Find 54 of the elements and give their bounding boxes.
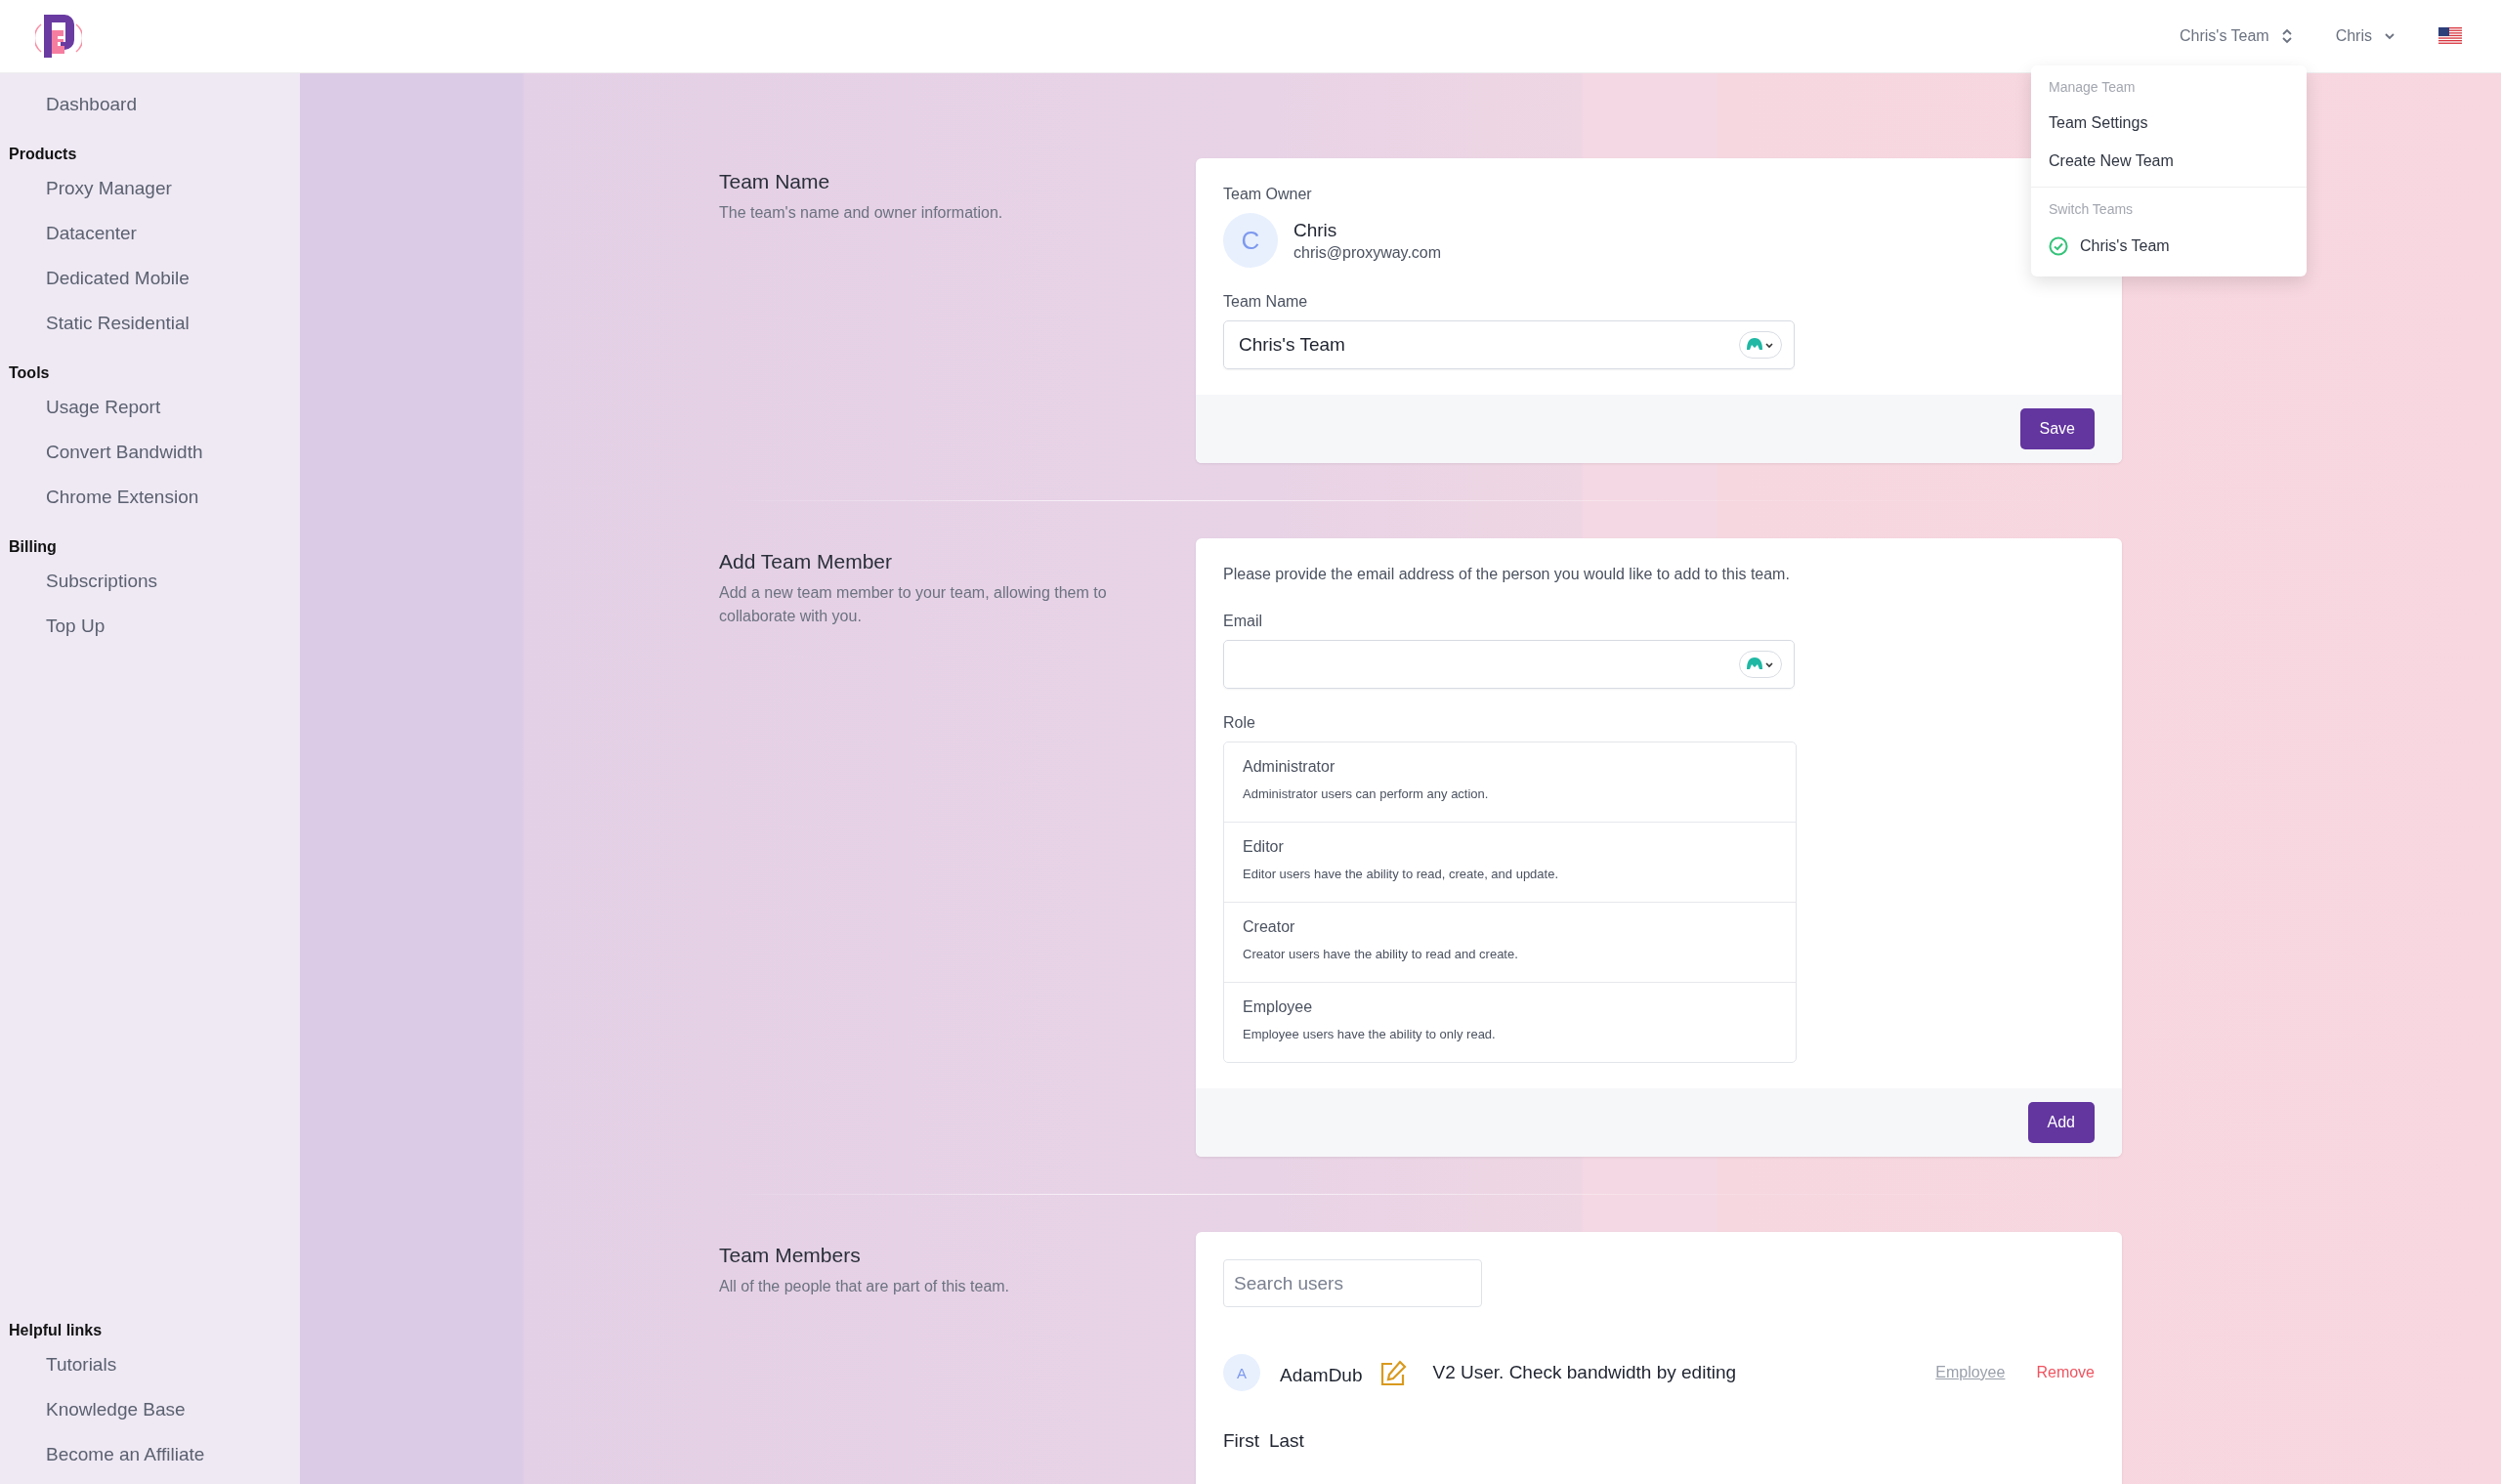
name-text: First — [1223, 1430, 1259, 1452]
field-label: Team Name — [1223, 293, 1309, 311]
role-option[interactable]: Creator Creator users have the ability to read and create. — [1224, 902, 1796, 982]
section-description: Add a new team member to your team, allowing them to collaborate with you. — [719, 583, 1108, 626]
owner-email: chris@proxyway.com — [1293, 243, 1442, 262]
section-description: The team's name and owner information. — [719, 203, 1004, 223]
role-description: Administrator users can perform any action. — [1243, 786, 1490, 801]
section-heading: Billing — [8, 538, 58, 556]
owner-name: Chris — [1293, 219, 1338, 241]
section-title: Add Team Member — [719, 550, 894, 573]
menu-heading: Manage Team — [2048, 78, 2137, 97]
chevron-down-icon — [2384, 31, 2395, 41]
field-label: Team Owner — [1223, 186, 1313, 203]
role-name: Editor — [1243, 838, 1285, 856]
section-description: All of the people that are part of this team. — [719, 1277, 1011, 1296]
us-flag-icon[interactable] — [2438, 27, 2462, 45]
add-button[interactable]: Add — [2027, 1102, 2095, 1143]
role-description: Employee users have the ability to only read. — [1243, 1027, 1497, 1041]
role-name: Administrator — [1243, 758, 1336, 776]
email-field[interactable] — [1223, 640, 1795, 689]
menu-item[interactable]: Team Settings — [2031, 105, 2307, 143]
field-label: Role — [1223, 714, 1256, 732]
remove-link[interactable]: Remove — [2036, 1364, 2095, 1381]
section-title: Team Members — [719, 1244, 862, 1267]
section-heading: Tools — [8, 364, 51, 382]
updown-chevron-icon — [2280, 28, 2293, 44]
avatar: A — [1223, 1354, 1260, 1391]
role-description: Creator users have the ability to read and create. — [1243, 947, 1519, 961]
field-label: Email — [1223, 613, 1263, 630]
role-description: Editor users have the ability to read, create, and update. — [1243, 867, 1560, 881]
role-option[interactable]: Administrator Administrator users can perform any action. — [1224, 742, 1796, 822]
sidebar-item[interactable]: Dashboard — [0, 79, 300, 130]
save-button[interactable]: Save — [2019, 408, 2095, 449]
name-text: Last — [1268, 1430, 1304, 1452]
avatar: C — [1223, 213, 1278, 268]
role-name: Creator — [1243, 918, 1296, 936]
menu-heading: Switch Teams — [2048, 200, 2135, 219]
role-name: Employee — [1243, 998, 1314, 1016]
team-name-field[interactable]: Chris's Team — [1223, 320, 1795, 369]
search-field[interactable]: Search users — [1223, 1259, 1482, 1307]
section-heading: Products — [8, 146, 78, 163]
role-option[interactable]: Employee Employee users have the ability to only read. — [1224, 982, 1796, 1062]
user-menu[interactable]: Chris — [2335, 27, 2395, 45]
menu-item[interactable]: Chris's Team — [2031, 227, 2307, 267]
intro-text: Please provide the email address of the person you would like to add to this team. — [1223, 566, 1791, 583]
field-widget-icon[interactable] — [1739, 331, 1782, 359]
field-widget-icon[interactable] — [1739, 651, 1782, 678]
section-title: Team Name — [719, 170, 831, 193]
team-switcher[interactable]: Chris's Team — [2180, 27, 2293, 45]
member-name: AdamDub — [1280, 1365, 1363, 1386]
role-option[interactable]: Editor Editor users have the ability to read, create, and update. — [1224, 822, 1796, 902]
menu-item[interactable]: Create New Team — [2031, 143, 2307, 181]
section-heading: Helpful links — [8, 1322, 104, 1339]
member-note: V2 User. Check bandwidth by editing — [1432, 1362, 1737, 1383]
